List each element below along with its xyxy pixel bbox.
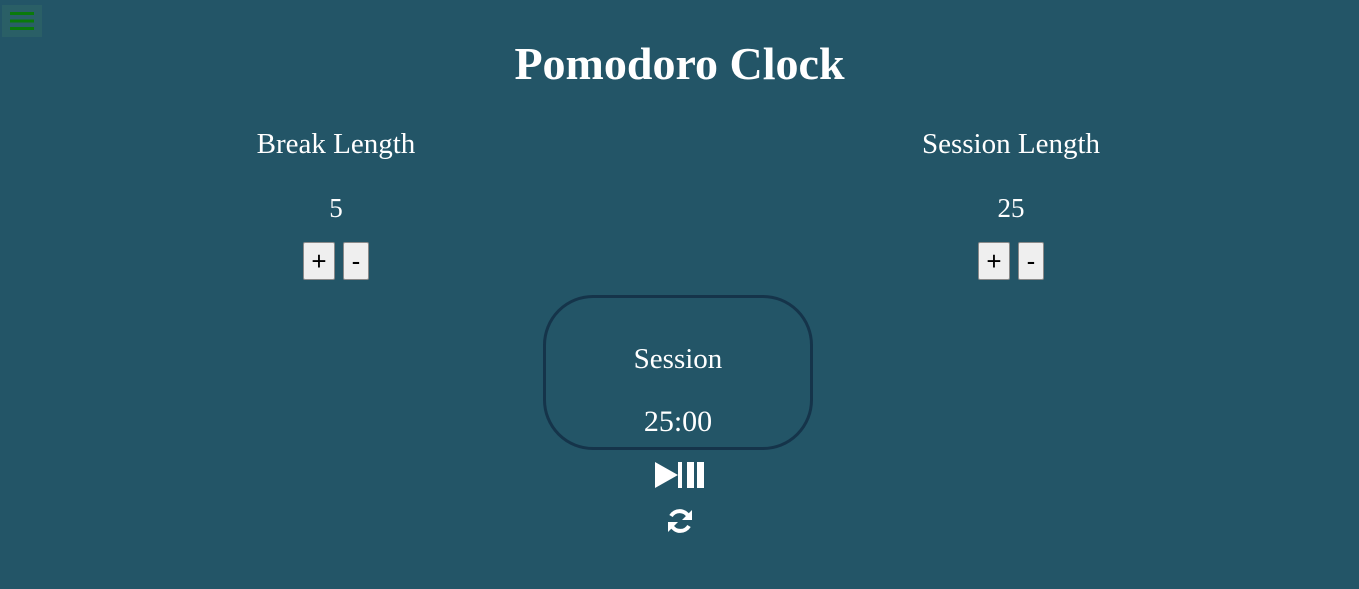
- timer-display: Session 25:00: [543, 295, 813, 450]
- play-pause-icon: [654, 462, 704, 488]
- break-length-panel: Break Length 5 + -: [186, 124, 486, 280]
- timer-time: 25:00: [643, 405, 713, 438]
- menu-button[interactable]: [2, 5, 42, 37]
- reset-button[interactable]: [666, 507, 694, 540]
- break-length-label: Break Length: [256, 128, 416, 160]
- session-increment-button[interactable]: +: [978, 242, 1010, 280]
- play-pause-button[interactable]: [654, 460, 706, 495]
- session-length-value: 25: [997, 193, 1025, 223]
- pomodoro-app: Pomodoro Clock Break Length 5 + - Sessio…: [0, 0, 1359, 589]
- break-length-value: 5: [329, 193, 343, 223]
- session-length-label: Session Length: [921, 128, 1101, 160]
- timer-label: Session: [633, 343, 723, 375]
- break-decrement-button[interactable]: -: [343, 242, 369, 280]
- break-length-controls: + -: [186, 242, 486, 280]
- session-decrement-button[interactable]: -: [1018, 242, 1044, 280]
- break-increment-button[interactable]: +: [303, 242, 335, 280]
- session-length-controls: + -: [861, 242, 1161, 280]
- session-length-panel: Session Length 25 + -: [861, 124, 1161, 280]
- timer-controls: [0, 460, 1359, 540]
- refresh-icon: [667, 509, 692, 533]
- page-title: Pomodoro Clock: [514, 38, 845, 89]
- hamburger-menu-icon: [10, 12, 34, 30]
